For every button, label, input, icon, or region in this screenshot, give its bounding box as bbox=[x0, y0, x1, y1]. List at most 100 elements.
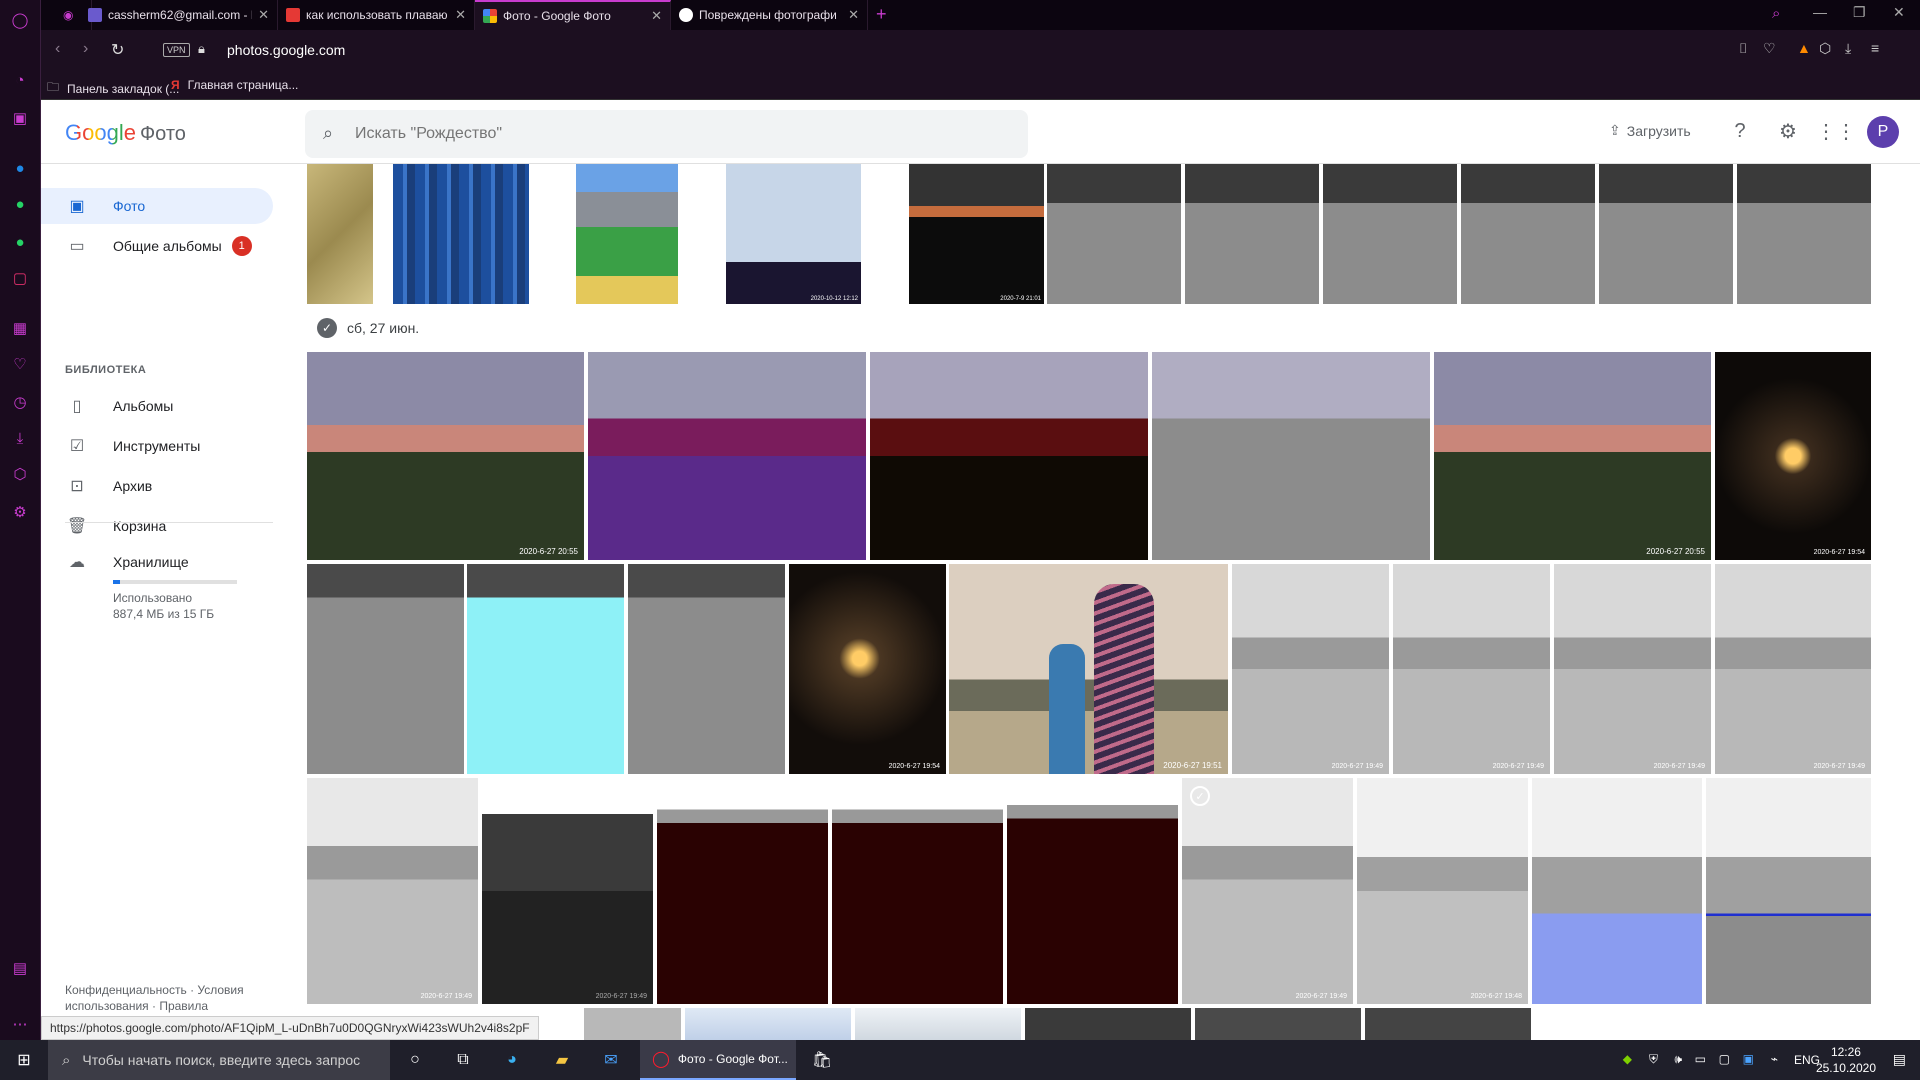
photo-thumbnail[interactable]: 2020-6-27 19:48 bbox=[1357, 778, 1528, 1004]
photo-thumbnail[interactable] bbox=[685, 1008, 851, 1040]
bookmark-folder[interactable]: 🗀︎ Панель закладок (... bbox=[47, 78, 179, 99]
photo-thumbnail[interactable]: 2020-10-12 12:12 bbox=[726, 164, 861, 304]
photo-thumbnail[interactable]: 2020-6-27 19:49 bbox=[1232, 564, 1389, 774]
nav-item-photos[interactable]: ▣ Фото bbox=[41, 188, 273, 224]
avatar[interactable]: P bbox=[1867, 116, 1899, 148]
close-icon[interactable]: ✕ bbox=[848, 7, 859, 23]
settings-gear-icon[interactable]: ⚙ bbox=[1775, 118, 1801, 144]
photo-thumbnail[interactable] bbox=[1195, 1008, 1361, 1040]
tab-google-search[interactable]: Повреждены фотографи ✕ bbox=[671, 0, 868, 30]
app-tray-icon[interactable]: ▣ bbox=[1743, 1052, 1754, 1066]
plus-icon[interactable]: + bbox=[876, 4, 887, 25]
photo-thumbnail[interactable]: 2020-6-27 19:49 bbox=[307, 778, 478, 1004]
photo-thumbnail[interactable] bbox=[1461, 164, 1595, 304]
nav-item-shared-albums[interactable]: ▭ Общие альбомы 1 bbox=[41, 228, 273, 264]
photo-thumbnail[interactable] bbox=[1706, 778, 1871, 1004]
restore-icon[interactable]: ❐ bbox=[1853, 4, 1866, 21]
photo-thumbnail[interactable] bbox=[1047, 164, 1181, 304]
photo-thumbnail[interactable] bbox=[1532, 778, 1702, 1004]
photo-thumbnail[interactable] bbox=[307, 164, 373, 304]
close-icon[interactable]: ✕ bbox=[455, 7, 466, 23]
photo-thumbnail[interactable] bbox=[1737, 164, 1871, 304]
photo-thumbnail[interactable]: 2020-6-27 19:49 bbox=[1393, 564, 1550, 774]
photo-thumbnail[interactable] bbox=[1025, 1008, 1191, 1040]
vpn-badge[interactable]: VPN bbox=[163, 43, 190, 57]
search-box[interactable]: ⌕ bbox=[305, 110, 1028, 158]
tab-search-icon[interactable]: ⌕ bbox=[1772, 5, 1780, 22]
close-icon[interactable]: ✕ bbox=[651, 8, 662, 24]
window-close-icon[interactable]: ✕ bbox=[1893, 4, 1905, 21]
help-icon[interactable]: ? bbox=[1727, 118, 1753, 144]
forward-icon[interactable]: › bbox=[83, 40, 88, 58]
photo-thumbnail[interactable] bbox=[393, 164, 529, 304]
photo-thumbnail[interactable]: 2020-6-27 19:49 bbox=[1715, 564, 1871, 774]
photo-thumbnail[interactable]: ✓ 2020-6-27 19:49 bbox=[1182, 778, 1353, 1004]
photo-thumbnail[interactable] bbox=[1599, 164, 1733, 304]
bookmark-yandex[interactable]: Я Главная страница... bbox=[171, 78, 298, 92]
easy-setup-icon[interactable]: ≡ bbox=[1871, 40, 1879, 56]
photo-thumbnail[interactable] bbox=[467, 564, 624, 774]
bookmark-heart-icon[interactable]: ♡ bbox=[1763, 40, 1776, 57]
speed-dial-icon[interactable]: ◔ bbox=[8, 68, 32, 92]
edge-icon[interactable]: ◕ bbox=[500, 1048, 524, 1072]
nav-item-storage[interactable]: ☁ Хранилище bbox=[41, 544, 273, 580]
tab-gmail[interactable]: cassherm62@gmail.com - Г ✕ bbox=[80, 0, 278, 30]
sidebar-panel-icon[interactable]: ▤ bbox=[8, 956, 32, 980]
photo-thumbnail[interactable]: 2020-6-27 19:51 bbox=[949, 564, 1228, 774]
photo-thumbnail[interactable] bbox=[576, 164, 678, 304]
whatsapp-icon[interactable]: ● bbox=[8, 192, 32, 216]
more-icon[interactable]: ⋯ bbox=[8, 1012, 32, 1036]
photo-thumbnail[interactable]: 2020-6-27 19:54 bbox=[1715, 352, 1871, 560]
volume-icon[interactable]: 🕪︎ bbox=[1674, 1052, 1682, 1067]
photo-thumbnail[interactable] bbox=[855, 1008, 1021, 1040]
downloads-icon[interactable]: ⤓ bbox=[1845, 40, 1851, 57]
photo-thumbnail[interactable]: 2020-6-27 20:55 bbox=[307, 352, 584, 560]
back-icon[interactable]: ‹ bbox=[55, 40, 60, 58]
lock-icon[interactable]: 🔒︎ bbox=[198, 41, 205, 57]
photo-thumbnail[interactable] bbox=[588, 352, 866, 560]
taskbar-search[interactable]: ⌕ Чтобы начать поиск, введите здесь запр… bbox=[48, 1040, 390, 1080]
messenger-icon[interactable]: ● bbox=[8, 156, 32, 180]
nav-item-archive[interactable]: ⊡ Архив bbox=[41, 468, 273, 504]
settings-icon[interactable]: ⚙ bbox=[8, 500, 32, 524]
apps-grid-icon[interactable]: ⋮⋮ bbox=[1816, 118, 1856, 144]
photo-thumbnail[interactable] bbox=[1323, 164, 1457, 304]
photo-thumbnail[interactable] bbox=[832, 778, 1003, 1004]
nav-item-albums[interactable]: ▯ Альбомы bbox=[41, 388, 273, 424]
network-icon[interactable]: ▭ bbox=[1695, 1052, 1706, 1066]
close-icon[interactable]: ✕ bbox=[258, 7, 269, 23]
photo-thumbnail[interactable]: 2020-6-27 19:49 bbox=[482, 778, 653, 1004]
store-icon[interactable]: 🛍︎ bbox=[810, 1048, 834, 1072]
photo-thumbnail[interactable] bbox=[657, 778, 828, 1004]
photo-thumbnail[interactable] bbox=[870, 352, 1148, 560]
mail-icon[interactable]: ✉ bbox=[599, 1048, 623, 1072]
heart-icon[interactable]: ♡ bbox=[8, 352, 32, 376]
privacy-link[interactable]: Конфиденциальность bbox=[65, 983, 187, 997]
tab-yandex[interactable]: как использовать плаваю ✕ bbox=[278, 0, 475, 30]
photo-thumbnail[interactable] bbox=[1365, 1008, 1531, 1040]
google-photos-logo[interactable]: Google Фото bbox=[65, 120, 186, 146]
extensions-icon[interactable]: ⬡ bbox=[1819, 40, 1831, 57]
cortana-icon[interactable]: ○ bbox=[403, 1048, 427, 1072]
windows-start-icon[interactable]: ⊞ bbox=[12, 1048, 36, 1072]
notifications-icon[interactable]: ▤ bbox=[1893, 1051, 1906, 1068]
nvidia-icon[interactable]: ◆ bbox=[1623, 1052, 1632, 1066]
search-icon[interactable]: ⌕ bbox=[323, 123, 333, 144]
instagram-icon[interactable]: ▢ bbox=[8, 266, 32, 290]
taskbar-opera-app[interactable]: ◯ Фото - Google Фот... bbox=[640, 1040, 796, 1080]
download-icon[interactable]: ⤓ bbox=[8, 426, 32, 450]
opera-logo-icon[interactable]: ◯ bbox=[8, 8, 32, 32]
photo-thumbnail[interactable] bbox=[584, 1008, 681, 1040]
twitch-icon[interactable]: ▣ bbox=[8, 106, 32, 130]
reload-icon[interactable]: ↻ bbox=[111, 40, 124, 60]
photo-thumbnail[interactable] bbox=[1185, 164, 1319, 304]
security-icon[interactable]: ⛨ bbox=[1649, 1052, 1658, 1067]
wifi-off-icon[interactable]: ⌁ bbox=[1771, 1052, 1778, 1066]
history-icon[interactable]: ◷ bbox=[8, 390, 32, 414]
tab-google-photos[interactable]: Фото - Google Фото ✕ bbox=[475, 0, 671, 30]
photo-thumbnail[interactable] bbox=[1007, 778, 1178, 1004]
display-icon[interactable]: ▢ bbox=[1719, 1052, 1730, 1066]
whatsapp-2-icon[interactable]: ● bbox=[8, 230, 32, 254]
file-explorer-icon[interactable]: ▰ bbox=[550, 1048, 574, 1072]
photo-thumbnail[interactable]: 2020-6-27 19:49 bbox=[1554, 564, 1711, 774]
